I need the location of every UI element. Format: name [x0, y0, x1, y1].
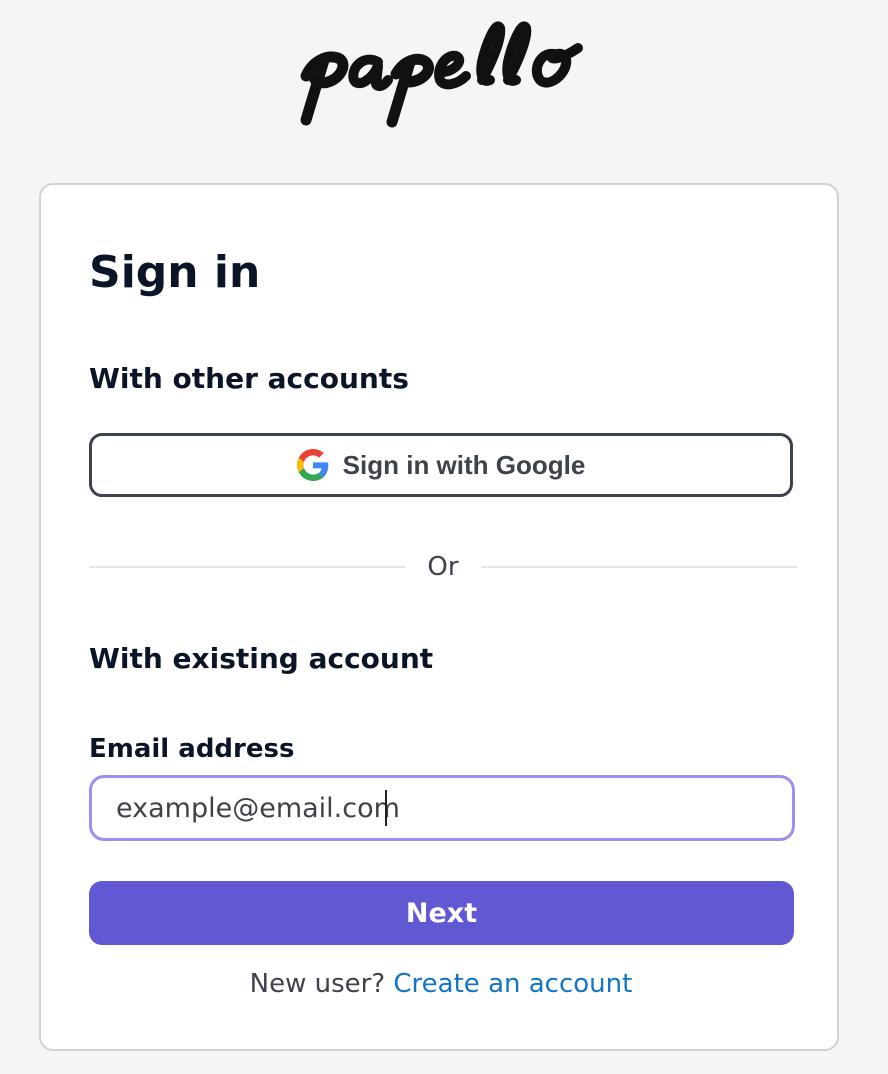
- page-title: Sign in: [89, 247, 261, 298]
- divider-line-right: [480, 566, 797, 568]
- sign-in-with-google-button[interactable]: Sign in with Google: [89, 433, 793, 497]
- divider-or-text: Or: [427, 552, 459, 582]
- new-user-text: New user?: [249, 969, 386, 999]
- email-field[interactable]: [89, 775, 795, 841]
- other-accounts-heading: With other accounts: [89, 362, 409, 395]
- existing-account-heading: With existing account: [89, 642, 434, 675]
- divider-line-left: [89, 566, 406, 568]
- google-button-label: Sign in with Google: [342, 450, 586, 480]
- create-account-link[interactable]: Create an account: [393, 969, 632, 999]
- next-button[interactable]: Next: [89, 881, 794, 945]
- text-cursor: [385, 790, 387, 826]
- email-label: Email address: [89, 734, 295, 764]
- or-divider: Or: [89, 549, 797, 585]
- google-g-icon: [296, 449, 328, 481]
- signin-card: Sign in With other accounts Sign in with…: [39, 183, 839, 1051]
- new-user-prompt: New user? Create an account: [41, 967, 841, 1001]
- papello-logo: [296, 14, 588, 130]
